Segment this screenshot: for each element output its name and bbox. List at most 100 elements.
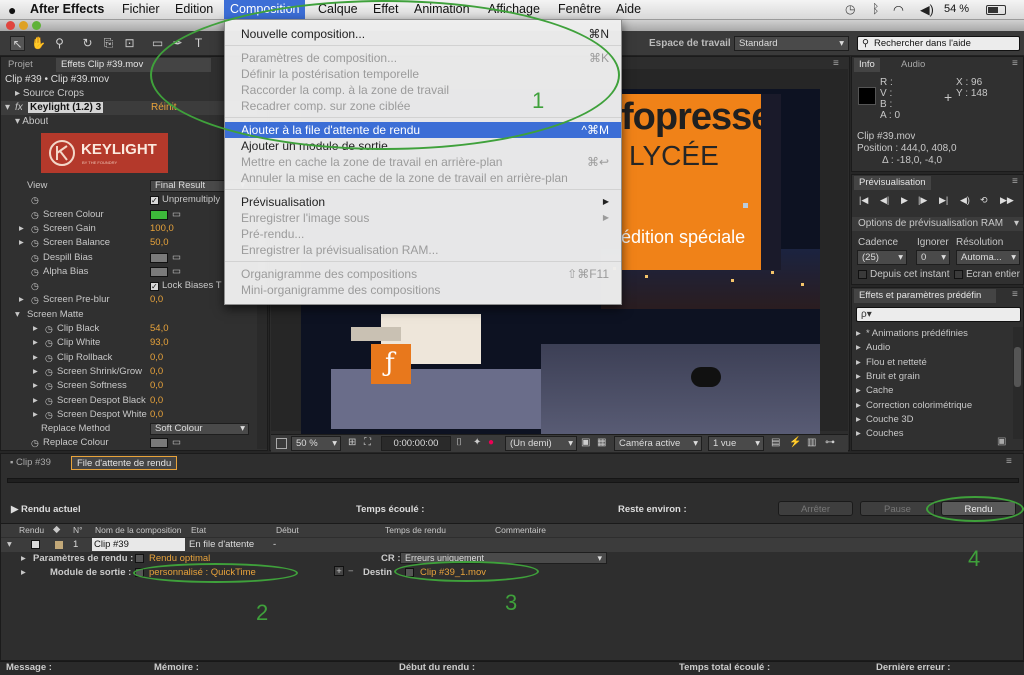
- label-tag-icon[interactable]: ◆: [53, 524, 60, 535]
- apple-icon[interactable]: ●: [8, 2, 16, 18]
- help-search-input[interactable]: ⚲ Rechercher dans l'aide: [857, 36, 1020, 51]
- stopwatch-icon[interactable]: ◷: [31, 208, 39, 222]
- panel-menu-icon[interactable]: ≡: [1006, 456, 1012, 467]
- eyedropper-icon[interactable]: ▭: [172, 436, 181, 450]
- add-output-module-button[interactable]: +: [334, 566, 344, 576]
- transparency-grid-icon[interactable]: ▦: [597, 437, 606, 448]
- effect-param-row[interactable]: ▸ ◷ Clip Black 54,0: [1, 322, 256, 336]
- views-dropdown[interactable]: 1 vue ▾: [708, 436, 764, 451]
- volume-icon[interactable]: ◀): [920, 2, 934, 17]
- ram-preview-icon[interactable]: ▶▶: [1000, 195, 1014, 206]
- stopwatch-icon[interactable]: ◷: [45, 394, 53, 408]
- camera-dropdown[interactable]: Caméra active ▾: [614, 436, 702, 451]
- col-render-time[interactable]: Temps de rendu: [385, 525, 446, 535]
- effect-param-row[interactable]: Replace Method Soft Colour ▾: [1, 422, 256, 436]
- effects-category-item[interactable]: ▸ Couches: [852, 427, 1010, 439]
- disclosure-triangle-icon[interactable]: ▸: [33, 322, 38, 336]
- full-screen-checkbox[interactable]: [954, 270, 963, 279]
- first-frame-icon[interactable]: |◀: [859, 195, 868, 206]
- disclosure-triangle-icon[interactable]: ▸: [856, 356, 861, 370]
- cadence-dropdown[interactable]: (25) ▾: [857, 250, 907, 265]
- disclosure-triangle-icon[interactable]: ▸: [856, 370, 861, 384]
- stopwatch-icon[interactable]: ◷: [45, 322, 53, 336]
- effect-param-row[interactable]: ▸ ◷ Screen Despot Black 0,0: [1, 394, 256, 408]
- tab-audio[interactable]: Audio: [896, 58, 930, 72]
- stopwatch-icon[interactable]: ◷: [45, 408, 53, 422]
- menu-item[interactable]: Enregistrer l'image sous ▶: [225, 210, 621, 226]
- scrollbar-thumb[interactable]: [1014, 347, 1021, 387]
- disclosure-triangle-icon[interactable]: ▸: [19, 222, 24, 236]
- anchor-point-icon[interactable]: [743, 203, 748, 208]
- menu-fenetre[interactable]: Fenêtre: [558, 2, 601, 16]
- panel-menu-icon[interactable]: ≡: [833, 58, 839, 69]
- stopwatch-icon[interactable]: ◷: [45, 351, 53, 365]
- effects-category-item[interactable]: ▸ Cache: [852, 384, 1010, 398]
- effect-param-row[interactable]: ▸ ◷ Clip White 93,0: [1, 336, 256, 350]
- disclosure-triangle-icon[interactable]: ▸: [19, 293, 24, 307]
- stopwatch-icon[interactable]: ◷: [31, 193, 39, 207]
- disclosure-triangle-icon[interactable]: ▸: [33, 379, 38, 393]
- menu-fichier[interactable]: Fichier: [122, 2, 160, 16]
- bluetooth-icon[interactable]: ᛒ: [872, 2, 880, 16]
- effect-param-value[interactable]: 0,0: [150, 365, 163, 379]
- effect-param-row[interactable]: ◷ ✓ Unpremultiply: [1, 193, 256, 207]
- about-group[interactable]: ▾ About: [15, 116, 48, 127]
- effect-param-value[interactable]: 50,0: [150, 236, 169, 250]
- menu-item[interactable]: Mini-organigramme des compositions: [225, 282, 621, 298]
- battery-icon[interactable]: [986, 5, 1006, 15]
- wifi-icon[interactable]: ◠: [893, 2, 904, 17]
- effect-param-row[interactable]: ◷ Despill Bias ▭: [1, 251, 256, 265]
- zoom-tool-icon[interactable]: ⚲: [52, 36, 67, 51]
- effect-param-value[interactable]: 100,0: [150, 222, 174, 236]
- col-comp-name[interactable]: Nom de la composition: [95, 525, 181, 535]
- effects-category-item[interactable]: ▸ Flou et netteté: [852, 356, 1010, 370]
- eyedropper-icon[interactable]: ▭: [172, 251, 181, 265]
- disclosure-triangle-icon[interactable]: ▸: [856, 327, 861, 341]
- fx-icon[interactable]: fx: [15, 102, 23, 113]
- camera-tool-icon[interactable]: ⎘: [101, 36, 116, 51]
- effect-param-row[interactable]: ViewFinal Result▾: [1, 179, 256, 193]
- tab-info[interactable]: Info: [854, 58, 880, 72]
- always-preview-icon[interactable]: [276, 438, 287, 449]
- pan-behind-tool-icon[interactable]: ⊡: [122, 36, 137, 51]
- stopwatch-icon[interactable]: ◷: [45, 379, 53, 393]
- disclosure-triangle-icon[interactable]: ▸: [33, 394, 38, 408]
- resolution-preview-dropdown[interactable]: Automa... ▾: [956, 250, 1020, 265]
- tab-effects-presets[interactable]: Effets et paramètres prédéfin: [854, 289, 996, 303]
- stop-button[interactable]: Arrêter: [778, 501, 853, 516]
- new-folder-icon[interactable]: ▣: [997, 436, 1006, 447]
- disclosure-triangle-icon[interactable]: ▸: [21, 553, 26, 564]
- render-queue-item[interactable]: ▾ 1 Clip #39 En file d'attente -: [1, 538, 1023, 552]
- disclosure-triangle-icon[interactable]: ▸: [856, 384, 861, 398]
- disclosure-triangle-icon[interactable]: ▾: [15, 308, 20, 322]
- time-machine-icon[interactable]: ◷: [845, 2, 855, 16]
- hand-tool-icon[interactable]: ✋: [31, 36, 46, 51]
- menu-item[interactable]: Pré-rendu...: [225, 226, 621, 242]
- ram-options-row[interactable]: Options de prévisualisation RAM ▾: [852, 217, 1023, 231]
- disclosure-triangle-icon[interactable]: ▸: [856, 399, 861, 413]
- effect-param-value[interactable]: 54,0: [150, 322, 169, 336]
- effects-category-item[interactable]: ▸ Audio: [852, 341, 1010, 355]
- effect-param-row[interactable]: ▸ ◷ Screen Gain 100,0: [1, 222, 256, 236]
- eyedropper-icon[interactable]: ▭: [172, 208, 181, 222]
- last-frame-icon[interactable]: ▶|: [939, 195, 948, 206]
- effect-param-checkbox[interactable]: ✓: [150, 196, 159, 206]
- ignorer-dropdown[interactable]: 0 ▾: [916, 250, 950, 265]
- effect-param-row[interactable]: ▾ Screen Matte: [1, 308, 256, 322]
- menu-item[interactable]: Mettre en cache la zone de travail en ar…: [225, 154, 621, 170]
- zoom-dropdown[interactable]: 50 % ▾: [291, 436, 341, 451]
- previous-frame-icon[interactable]: ◀|: [880, 195, 889, 206]
- effect-param-row[interactable]: ◷ Screen Colour ▭: [1, 208, 256, 222]
- show-snapshot-icon[interactable]: ✦: [473, 437, 481, 448]
- panel-menu-icon[interactable]: ≡: [1012, 289, 1018, 300]
- color-swatch[interactable]: [150, 252, 168, 263]
- disclosure-triangle-icon[interactable]: ▸: [33, 408, 38, 422]
- color-swatch[interactable]: [150, 209, 168, 220]
- panel-menu-icon[interactable]: ≡: [1012, 176, 1018, 187]
- current-render-row[interactable]: ▶ Rendu actuel: [11, 504, 81, 515]
- effect-param-row[interactable]: ◷ ✓ Lock Biases T: [1, 279, 256, 293]
- menu-item[interactable]: Annuler la mise en cache de la zone de t…: [225, 170, 621, 186]
- disclosure-triangle-icon[interactable]: ▸: [33, 336, 38, 350]
- effect-param-value[interactable]: 93,0: [150, 336, 169, 350]
- loop-icon[interactable]: ⟲: [980, 195, 988, 206]
